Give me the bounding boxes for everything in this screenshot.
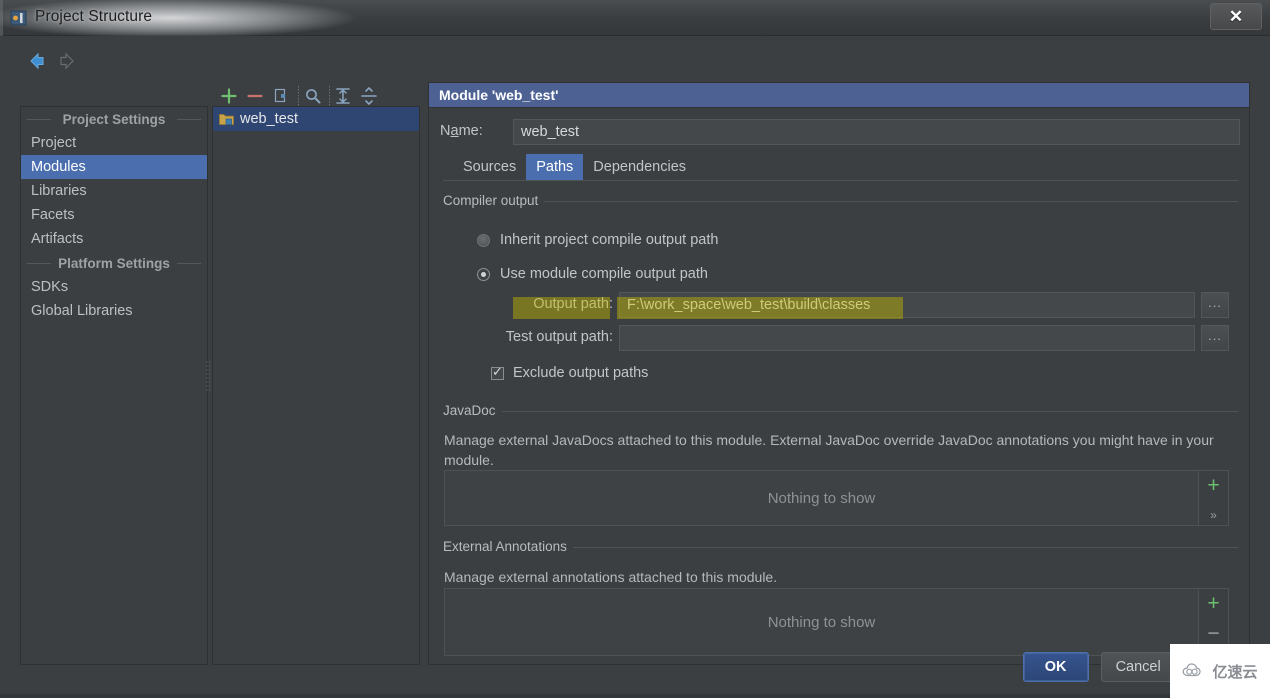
javadoc-list[interactable]: Nothing to show: [444, 470, 1199, 526]
sidebar-item-artifacts[interactable]: Artifacts: [21, 227, 207, 251]
plus-icon[interactable]: [218, 85, 240, 107]
module-name-field[interactable]: web_test: [513, 119, 1240, 145]
group-divider: [443, 411, 1238, 412]
tabs-underline: [443, 180, 1238, 181]
detail-panel-header: Module 'web_test': [429, 83, 1249, 108]
dialog-bottom-edge: [0, 694, 1270, 698]
external-annotations-empty-label: Nothing to show: [767, 613, 876, 631]
external-annotations-description: Manage external annotations attached to …: [444, 569, 778, 585]
test-output-path-browse-button[interactable]: ...: [1201, 325, 1229, 351]
external-annotations-add-button[interactable]: +: [1199, 589, 1229, 619]
chevron-double-right-icon: »: [1210, 508, 1217, 522]
cloud-logo-icon: [1182, 662, 1208, 680]
sidebar-item-sdks[interactable]: SDKs: [21, 275, 207, 299]
plus-icon: +: [1207, 592, 1220, 615]
inherit-output-radio-row[interactable]: Inherit project compile output path: [477, 232, 718, 248]
sidebar-item-project[interactable]: Project: [21, 131, 207, 155]
inherit-output-label: Inherit project compile output path: [500, 232, 719, 248]
arrow-back-icon[interactable]: [26, 50, 48, 72]
javadoc-description: Manage external JavaDocs attached to thi…: [444, 432, 1214, 468]
arrow-forward-icon: [56, 50, 78, 72]
sidebar-item-facets[interactable]: Facets: [21, 203, 207, 227]
javadoc-add-button[interactable]: +: [1199, 471, 1229, 501]
module-tree-item-label: web_test: [240, 111, 299, 127]
javadoc-empty-label: Nothing to show: [767, 489, 876, 507]
table-row[interactable]: web_test: [213, 107, 419, 131]
module-folder-icon: [219, 112, 234, 126]
close-button[interactable]: ✕: [1210, 3, 1262, 30]
toolbar-separator: [329, 86, 330, 106]
output-path-browse-button[interactable]: ...: [1201, 292, 1229, 318]
expand-all-icon[interactable]: [332, 85, 354, 107]
collapse-all-icon[interactable]: [358, 85, 380, 107]
external-annotations-list[interactable]: Nothing to show: [444, 588, 1199, 656]
watermark-text: 亿速云: [1212, 663, 1258, 681]
window-title: Project Structure: [35, 8, 153, 25]
dialog-body: Project Settings Project Modules Librari…: [0, 36, 1270, 698]
javadoc-list-actions: + »: [1199, 470, 1229, 526]
settings-sidebar: Project Settings Project Modules Librari…: [20, 106, 208, 665]
module-output-radio-row[interactable]: Use module compile output path: [477, 266, 708, 282]
toolbar-separator: [298, 86, 299, 106]
search-icon[interactable]: [302, 85, 324, 107]
group-divider: [443, 201, 1238, 202]
ok-button[interactable]: OK: [1022, 652, 1089, 682]
tab-dependencies[interactable]: Dependencies: [583, 154, 696, 180]
detail-tabs: Sources Paths Dependencies: [453, 154, 696, 180]
sidebar-item-libraries[interactable]: Libraries: [21, 179, 207, 203]
title-bar: Project Structure ✕: [0, 0, 1270, 36]
tab-paths[interactable]: Paths: [526, 154, 584, 180]
javadoc-title: JavaDoc: [443, 403, 502, 418]
cancel-button[interactable]: Cancel: [1100, 652, 1176, 682]
project-structure-dialog: Project Structure ✕ Project Settings Pro…: [0, 0, 1270, 698]
sidebar-item-modules[interactable]: Modules: [21, 155, 207, 179]
compiler-output-title: Compiler output: [443, 193, 545, 208]
sidebar-group-platform-settings: Platform Settings: [21, 251, 207, 275]
output-path-input[interactable]: F:\work_space\web_test\build\classes: [619, 292, 1195, 318]
minus-icon: −: [1207, 622, 1220, 645]
test-output-path-input[interactable]: [619, 325, 1195, 351]
javadoc-more-button[interactable]: »: [1199, 505, 1229, 525]
tab-sources[interactable]: Sources: [453, 154, 526, 180]
module-output-radio[interactable]: [477, 267, 490, 281]
module-tree-panel: web_test: [212, 106, 420, 665]
output-path-label: Output path:: [533, 296, 613, 312]
module-name-label: Name:: [440, 123, 483, 139]
watermark: 亿速云: [1170, 644, 1270, 698]
exclude-output-paths-label: Exclude output paths: [513, 365, 649, 381]
sidebar-group-project-settings: Project Settings: [21, 107, 207, 131]
sidebar-item-global-libraries[interactable]: Global Libraries: [21, 299, 207, 323]
test-output-path-label: Test output path:: [505, 329, 613, 345]
exclude-output-paths-checkbox[interactable]: [491, 364, 504, 380]
minus-icon[interactable]: [244, 85, 266, 107]
inherit-output-radio[interactable]: [477, 233, 490, 247]
module-output-label: Use module compile output path: [500, 266, 708, 282]
copy-icon[interactable]: [270, 85, 292, 107]
exclude-output-paths-row[interactable]: Exclude output paths: [491, 364, 649, 381]
splitter-grip-icon: [206, 361, 211, 391]
intellij-module-icon: [10, 9, 28, 27]
sidebar-splitter[interactable]: [204, 106, 212, 665]
navigation-strip: [16, 50, 176, 76]
module-detail-panel: Module 'web_test' Name: web_test Sources…: [428, 82, 1250, 665]
plus-icon: +: [1207, 474, 1220, 497]
module-name-row: Name: web_test: [440, 119, 1240, 145]
external-annotations-title: External Annotations: [443, 539, 573, 554]
